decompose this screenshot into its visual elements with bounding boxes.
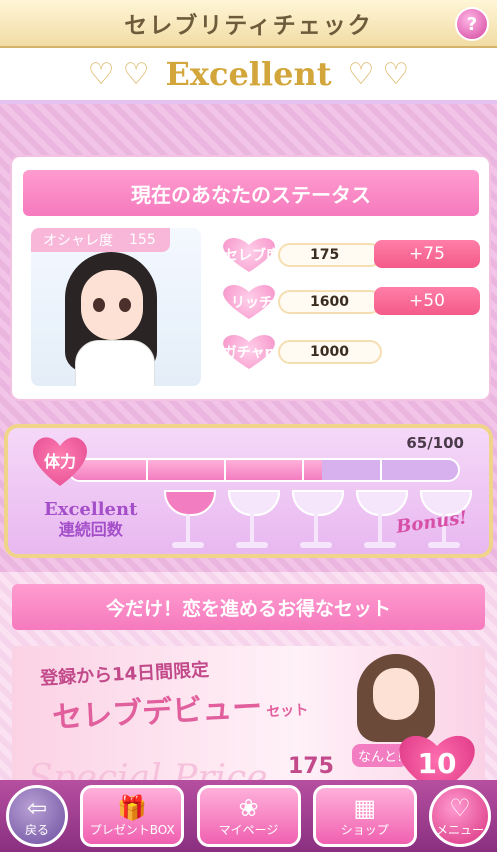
menu-label: メニュー [435, 822, 484, 837]
promo-avatar [357, 654, 435, 742]
streak-label-ja: 連続回数 [58, 520, 123, 539]
promo-main-title: セレブデビュー セット [51, 679, 309, 736]
back-label: 戻る [24, 822, 49, 837]
bottom-nav: ⇦ 戻る 🎁 プレゼントBOX ❀ マイページ ▦ ショップ ♡ メニュー [0, 780, 497, 852]
promo-main-text: セレブデビュー [51, 689, 263, 736]
gift-icon: 🎁 [117, 793, 148, 822]
stat-row-celeb: セレブ度 175 +75 [220, 240, 482, 270]
heart-icon: ♡ [87, 56, 115, 92]
shop-button[interactable]: ▦ ショップ [312, 785, 417, 847]
streak-label: Excellent 連続回数 [44, 500, 137, 540]
help-button[interactable]: ? [455, 7, 489, 41]
stat-name: ガチャpt [222, 345, 282, 361]
glass-icon [158, 488, 218, 552]
present-label: プレゼントBOX [89, 822, 175, 837]
stat-name: リッチ [231, 295, 273, 311]
fashion-label: オシャレ度 [43, 233, 113, 249]
stat-row-gacha: ガチャpt 1000 [220, 337, 482, 367]
shop-icon: ▦ [353, 793, 377, 822]
avatar-eye [119, 298, 131, 312]
promo-set-text: セット [265, 702, 309, 721]
stat-value: 1600 [278, 290, 382, 314]
stamina-bar [68, 458, 460, 482]
question-icon: ? [466, 13, 478, 35]
heart-icon: ♡ [382, 56, 410, 92]
stat-bonus: +75 [374, 240, 480, 268]
mypage-label: マイページ [218, 822, 279, 837]
menu-button[interactable]: ♡ メニュー [429, 785, 491, 847]
avatar[interactable]: オシャレ度 155 [31, 228, 201, 386]
avatar-face [81, 270, 143, 340]
streak-label-en: Excellent [44, 499, 138, 520]
stamina-segment [226, 460, 304, 480]
stat-value: 175 [278, 243, 382, 267]
back-arrow-icon: ⇦ [26, 793, 48, 822]
rank-banner: ♡ ♡ Excellent ♡ ♡ [0, 48, 497, 104]
back-button[interactable]: ⇦ 戻る [6, 785, 68, 847]
avatar-eye [93, 298, 105, 312]
heart-icon: ♡ [122, 56, 150, 92]
shop-label: ショップ [340, 822, 389, 837]
fashion-score: オシャレ度 155 [31, 228, 170, 252]
promo-title: 今だけ！恋を進めるお得なセット [12, 584, 485, 630]
glass-icon [286, 488, 346, 552]
rose-icon: ❀ [238, 793, 259, 822]
stamina-segment [304, 460, 382, 480]
stat-value: 1000 [278, 340, 382, 364]
stamina-label: 体力 [43, 452, 76, 471]
avatar-outfit [75, 340, 155, 386]
status-panel: 現在のあなたのステータス オシャレ度 155 セレブ度 175 +75 リッチ … [10, 155, 491, 401]
rank-label: Excellent [165, 55, 332, 93]
stat-bonus: +50 [374, 287, 480, 315]
stat-name: セレブ度 [224, 248, 280, 264]
header-bar: セレブリティチェック ? [0, 0, 497, 48]
fashion-value: 155 [129, 232, 156, 248]
stamina-segment [382, 460, 458, 480]
page-title: セレブリティチェック [124, 13, 373, 39]
mypage-button[interactable]: ❀ マイページ [196, 785, 301, 847]
present-box-button[interactable]: 🎁 プレゼントBOX [80, 785, 185, 847]
heart-menu-icon: ♡ [449, 793, 471, 822]
stamina-value: 65/100 [406, 434, 464, 452]
heart-icon: ♡ [347, 56, 375, 92]
stamina-panel: 体力 65/100 Excellent 連続回数 Bonus! [4, 424, 493, 558]
promo-value: 175 [288, 754, 334, 779]
glass-icon [222, 488, 282, 552]
promo-big-number: 10 [417, 746, 457, 780]
stamina-ticks [70, 460, 458, 480]
status-title: 現在のあなたのステータス [23, 170, 479, 216]
stamina-segment [148, 460, 226, 480]
stat-row-rich: リッチ 1600 +50 [220, 287, 482, 317]
